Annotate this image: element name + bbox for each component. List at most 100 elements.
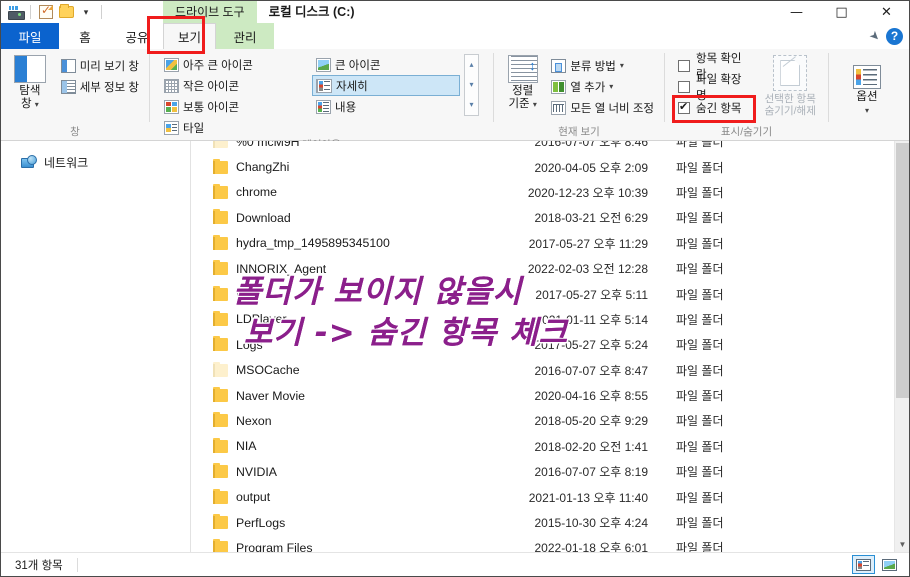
close-button[interactable]: ✕ (864, 1, 909, 23)
layout-details[interactable]: 자세히 (312, 75, 460, 96)
file-type-cell: 파일 폴더 (676, 465, 724, 480)
tab-home[interactable]: 홈 (59, 23, 111, 49)
file-name-cell: Program Files (191, 539, 459, 552)
table-row[interactable]: output 2021-01-13 오후 11:40 파일 폴더 (191, 484, 909, 509)
hide-selected-items-button[interactable]: 선택한 항목 숨기기/해제 (759, 53, 823, 117)
file-extensions-checkbox[interactable] (678, 80, 690, 93)
file-name-cell: INNORIX_Agent (191, 260, 459, 276)
content-icon (316, 99, 331, 114)
customize-qat-caret[interactable]: ▾ (76, 2, 96, 22)
tab-view[interactable]: 보기 (163, 23, 217, 49)
navigation-pane-button[interactable]: 탐색 창 ▾ (7, 53, 53, 111)
sort-by-icon (507, 55, 538, 83)
scrollbar-thumb[interactable] (896, 143, 909, 398)
options-icon (853, 65, 881, 89)
table-row[interactable]: hydra_tmp_1495895345100 2017-05-27 오후 11:… (191, 231, 909, 256)
table-row[interactable]: Intel 2017-05-27 오후 5:11 파일 폴더 (191, 281, 909, 306)
layout-content[interactable]: 내용 (312, 96, 460, 117)
fit-columns-button[interactable]: 모든 열 너비 조정 (547, 97, 658, 118)
details-pane-button[interactable]: 세부 정보 창 (57, 76, 143, 97)
table-row[interactable]: Nexon 2018-05-20 오후 9:29 파일 폴더 (191, 408, 909, 433)
minimize-button[interactable]: — (774, 1, 819, 23)
layout-large-icons[interactable]: 큰 아이콘 (312, 54, 460, 75)
help-icon[interactable]: ? (886, 27, 903, 45)
tab-manage[interactable]: 관리 (216, 23, 275, 49)
table-row[interactable]: LDPlayer 2021-01-11 오후 5:14 파일 폴더 (191, 307, 909, 332)
table-row[interactable]: ChangZhi 2020-04-05 오후 2:09 파일 폴더 (191, 154, 909, 179)
file-type-cell: 파일 폴더 (676, 414, 724, 429)
layout-small-icons[interactable]: 작은 아이콘 (160, 75, 308, 96)
navigation-pane: 네트워크 (1, 141, 191, 552)
table-row[interactable]: PerfLogs 2015-10-30 오후 4:24 파일 폴더 (191, 510, 909, 535)
sidebar-item-network[interactable]: 네트워크 (1, 151, 190, 173)
layout-scroll-down-icon[interactable]: ▾ (469, 81, 473, 89)
layout-extra-large-icons[interactable]: 아주 큰 아이콘 (160, 54, 308, 75)
file-name-cell: hydra_tmp_1495895345100 (191, 234, 459, 251)
table-row[interactable]: NVIDIA 2016-07-07 오후 8:19 파일 폴더 (191, 459, 909, 484)
file-name-label: NVIDIA (236, 464, 277, 479)
add-columns-button[interactable]: 열 추가 ▾ (547, 76, 658, 97)
sort-by-button[interactable]: 정렬 기준 ▾ (500, 53, 545, 111)
file-name-cell: PerfLogs (191, 514, 459, 530)
ribbon-group-panes-label: 창 (70, 126, 80, 138)
file-type-cell: 파일 폴더 (676, 439, 724, 454)
file-type-cell: 파일 폴더 (676, 185, 724, 200)
explorer-icon[interactable] (5, 2, 25, 22)
table-row[interactable]: Download 2018-03-21 오전 6:29 파일 폴더 (191, 205, 909, 230)
navigation-pane-caret: ▾ (34, 100, 39, 109)
file-name-cell: Logs (191, 336, 459, 352)
folder-icon (213, 514, 228, 530)
layout-scroll-up-icon[interactable]: ▴ (469, 61, 473, 69)
navigation-pane-icon (13, 55, 46, 83)
file-name-label: NIA (236, 439, 257, 454)
layout-gallery-scroll[interactable]: ▴ ▾ ▾ (464, 54, 479, 116)
pin-icon[interactable]: ➤ (866, 27, 883, 44)
folder-icon (213, 260, 228, 276)
file-extensions-option[interactable]: 파일 확장명 (675, 74, 755, 102)
details-view-toggle[interactable] (852, 555, 875, 574)
file-list-scrollbar[interactable]: ▼ (894, 141, 909, 552)
tab-file[interactable]: 파일 (1, 23, 59, 49)
folder-icon (213, 234, 228, 250)
file-name-label: Download (236, 210, 291, 225)
thumbnail-view-toggle[interactable] (878, 555, 901, 574)
file-name-label: Nexon (236, 413, 272, 428)
layout-tiles-label: 타일 (183, 122, 205, 135)
tab-share[interactable]: 공유 (111, 23, 163, 49)
title-bar: ▾ 드라이브 도구 로컬 디스크 (C:) — □ ✕ (1, 1, 909, 23)
maximize-button[interactable]: □ (819, 1, 864, 23)
layout-medium-icons[interactable]: 보통 아이콘 (160, 96, 308, 117)
file-name-cell: Naver Movie (191, 387, 459, 403)
new-folder-icon[interactable] (56, 2, 76, 22)
file-date-cell: 2018-03-21 오전 6:29 (534, 211, 649, 226)
table-row[interactable]: Logs 2017-05-27 오후 5:24 파일 폴더 (191, 332, 909, 357)
table-row[interactable]: NIA 2018-02-20 오전 1:41 파일 폴더 (191, 434, 909, 459)
layout-scroll-more-icon[interactable]: ▾ (469, 101, 473, 109)
table-row[interactable]: chrome 2020-12-23 오후 10:39 파일 폴더 (191, 180, 909, 205)
quick-access-toolbar: ▾ (1, 1, 107, 23)
scroll-down-icon[interactable]: ▼ (895, 537, 909, 552)
table-row[interactable]: Program Files 2022-01-18 오후 6:01 파일 폴더 (191, 535, 909, 552)
table-row[interactable]: MSOCache 2016-07-07 오후 8:47 파일 폴더 (191, 358, 909, 383)
file-date-cell: 2018-02-20 오전 1:41 (534, 439, 649, 454)
hidden-items-checkbox[interactable] (678, 100, 690, 114)
file-list-view[interactable]: %0 mcM9H 2016-07-07 오후 8:46 파일 폴더 ChangZhi 2… (191, 141, 909, 552)
file-type-cell: 파일 폴더 (676, 363, 724, 378)
file-name-label: hydra_tmp_1495895345100 (236, 236, 390, 251)
item-checkboxes-checkbox[interactable] (678, 59, 690, 72)
table-row[interactable]: Naver Movie 2020-04-16 오후 8:55 파일 폴더 (191, 383, 909, 408)
table-row[interactable]: %0 mcM9H 2016-07-07 오후 8:46 파일 폴더 (191, 141, 909, 154)
properties-icon[interactable] (36, 2, 56, 22)
file-name-cell: Download (191, 209, 459, 225)
preview-pane-button[interactable]: 미리 보기 창 (57, 55, 143, 76)
group-by-button[interactable]: 분류 방법 ▾ (547, 55, 658, 76)
qat-divider (30, 5, 31, 19)
layout-tiles[interactable]: 타일 (160, 117, 308, 138)
hide-selected-label-2: 숨기기/해제 (764, 105, 816, 117)
table-row[interactable]: INNORIX_Agent 2022-02-03 오전 12:28 파일 폴더 (191, 256, 909, 281)
ribbon-group-options-label (829, 125, 905, 141)
sidebar-item-network-label: 네트워크 (44, 155, 89, 170)
layout-large-label: 큰 아이콘 (335, 59, 381, 72)
options-button[interactable]: 옵션 ▾ (839, 63, 895, 117)
file-date-cell: 2017-05-27 오후 5:11 (535, 287, 648, 302)
